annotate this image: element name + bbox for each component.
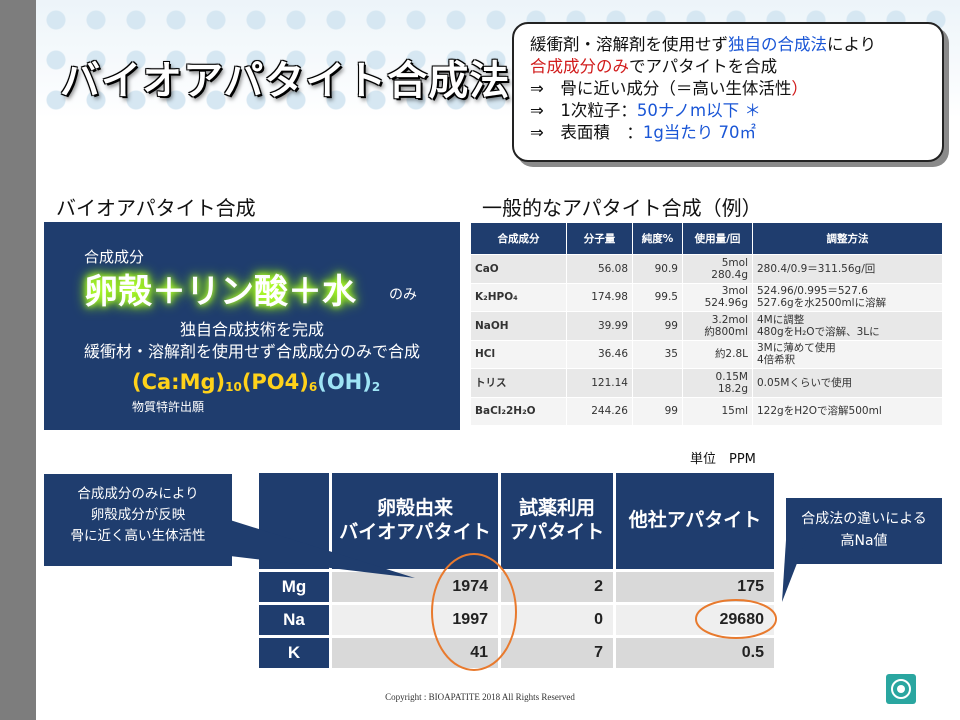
na-value-highlight-circle [695, 599, 777, 639]
company-logo-icon [886, 674, 916, 704]
copyright-footer: Copyright : BIOAPATITE 2018 All Rights R… [385, 692, 575, 702]
bio-values-highlight-circle [431, 553, 517, 671]
highlight-overlay [431, 553, 777, 671]
